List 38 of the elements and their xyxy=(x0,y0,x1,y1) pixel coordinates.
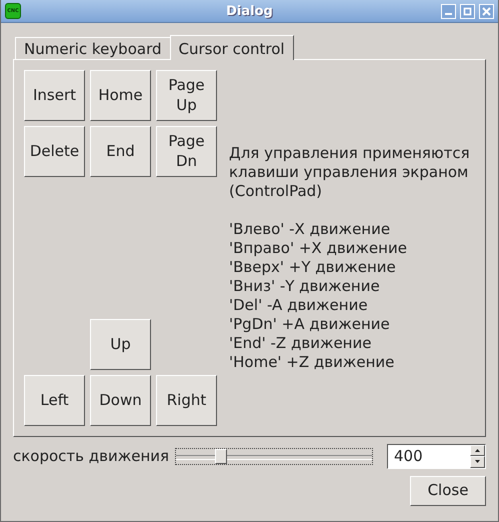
speed-spinbox[interactable]: 400 xyxy=(387,444,486,468)
instruction-text: Для управления применяются клавиши управления экраном (ControlPad) xyxy=(229,144,471,201)
key-button[interactable]: Page Dn xyxy=(156,126,217,177)
key-button[interactable]: Down xyxy=(90,375,151,426)
close-button[interactable] xyxy=(479,4,494,18)
slider-thumb[interactable] xyxy=(214,448,227,464)
maximize-icon xyxy=(463,6,472,16)
tab[interactable]: Cursor control xyxy=(170,35,294,60)
maximize-button[interactable] xyxy=(460,4,475,18)
key-mapping-text: 'Del' -A движение xyxy=(229,296,369,315)
key-button[interactable]: Right xyxy=(156,375,217,426)
key-button[interactable]: Delete xyxy=(24,126,85,177)
down-arrow-icon xyxy=(475,460,480,464)
speed-label: скорость движения xyxy=(13,447,170,465)
key-button[interactable]: Insert xyxy=(24,70,85,121)
key-button[interactable]: End xyxy=(90,126,151,177)
spin-down-button[interactable] xyxy=(470,456,485,468)
up-arrow-icon xyxy=(475,448,480,452)
key-mapping-text: 'Вверх' +Y движение xyxy=(229,258,397,277)
key-button[interactable]: Page Up xyxy=(156,70,217,121)
window-title: Dialog xyxy=(226,4,273,18)
minimize-button[interactable] xyxy=(441,4,456,18)
key-mapping-text: 'Вниз' -Y движение xyxy=(229,277,381,296)
close-icon xyxy=(482,6,491,16)
tab[interactable]: Numeric keyboard xyxy=(15,37,170,59)
close-dialog-button[interactable]: Close xyxy=(410,476,486,506)
key-mapping-text: 'PgDn' +A движение xyxy=(229,315,391,334)
key-mapping-text: 'End' -Z движение xyxy=(229,334,372,353)
minimize-icon xyxy=(445,13,452,15)
key-mapping-text: 'Home' +Z движение xyxy=(229,353,396,372)
key-button[interactable]: Home xyxy=(90,70,151,121)
spinbox-value: 400 xyxy=(393,447,424,465)
speed-slider[interactable] xyxy=(175,448,374,464)
key-mapping-text: 'Вправо' +X движение xyxy=(229,239,408,258)
key-mapping-text: 'Влево' -X движение xyxy=(229,220,392,239)
spin-up-button[interactable] xyxy=(470,444,485,456)
key-button[interactable]: Left xyxy=(24,375,85,426)
key-button[interactable]: Up xyxy=(90,319,151,370)
